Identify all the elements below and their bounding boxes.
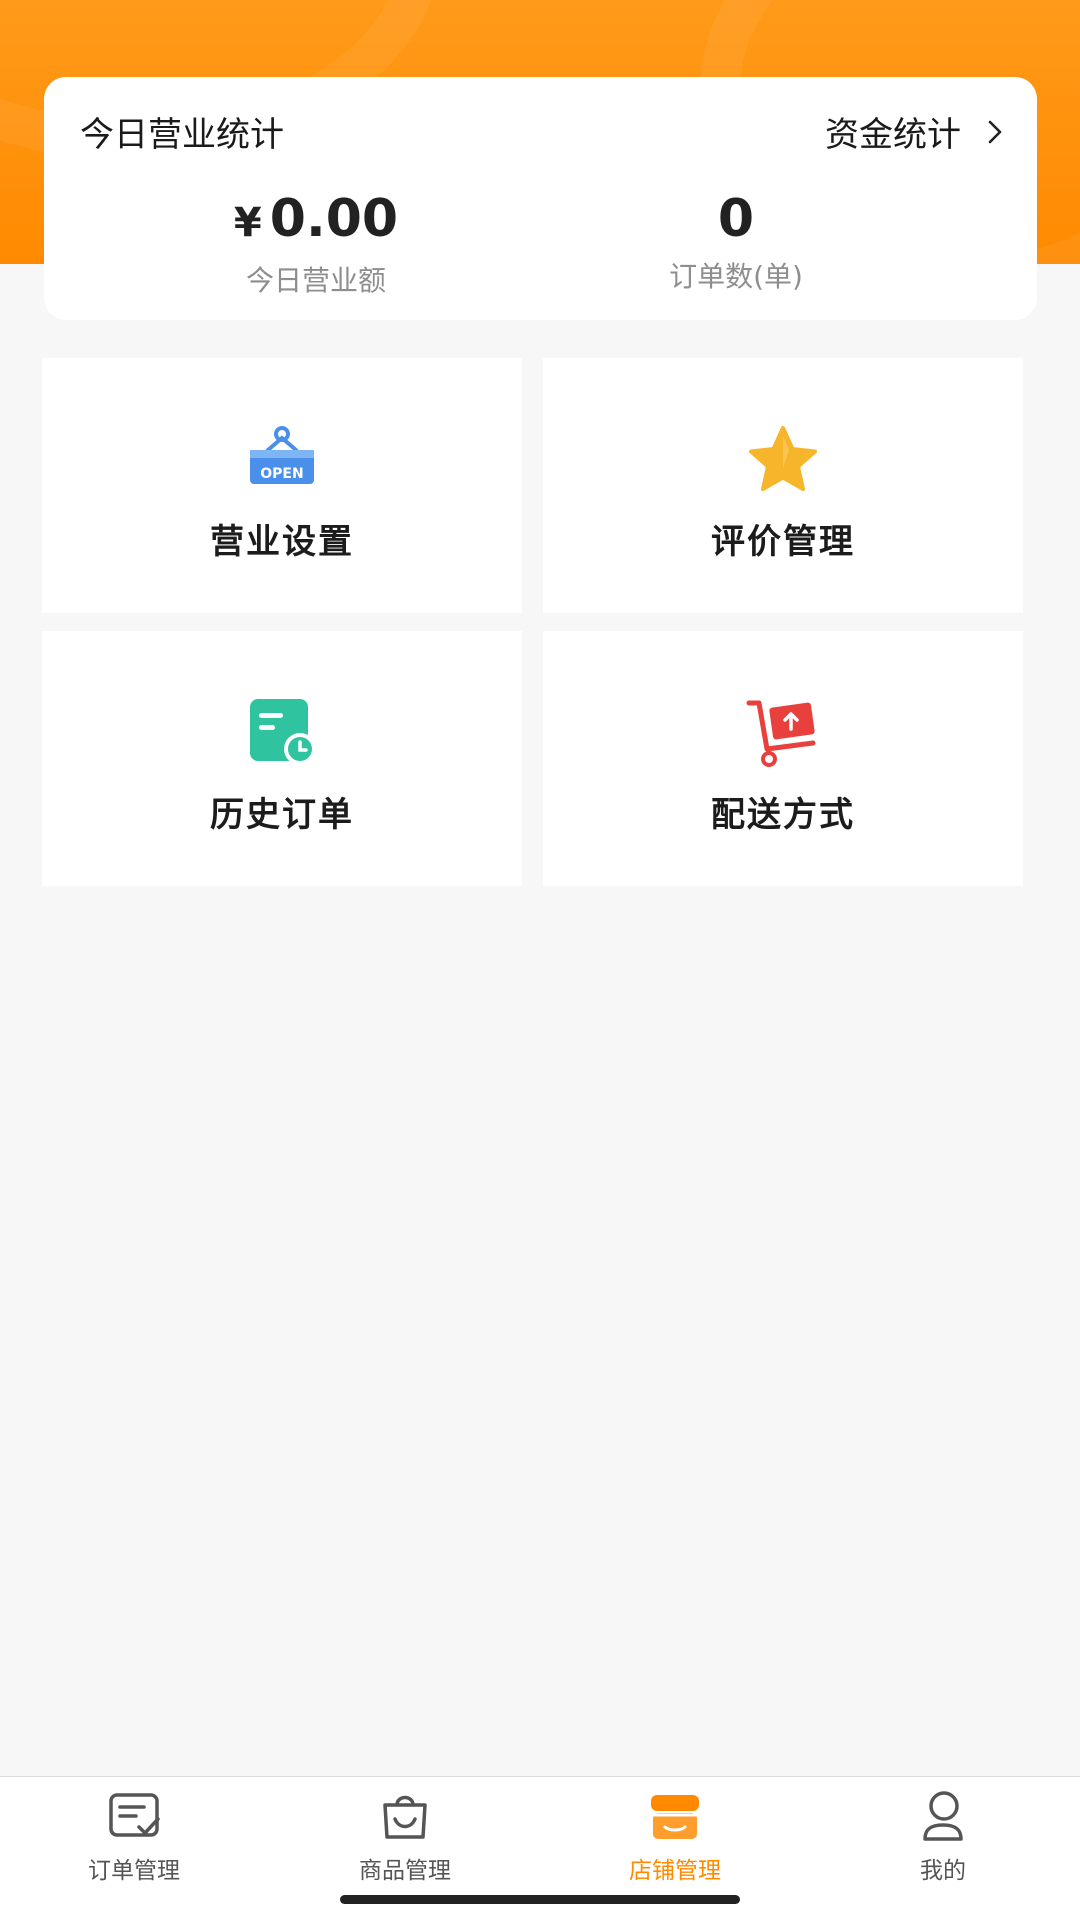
shopping-bag-icon bbox=[377, 1789, 433, 1845]
tile-label-delivery-method: 配送方式 bbox=[711, 795, 855, 835]
tile-label-business-settings: 营业设置 bbox=[210, 522, 354, 562]
shop-management-page: 今日营业统计 资金统计 ¥ 0.00 今日营业额 0 订单数(单) OPEN 营… bbox=[0, 0, 1080, 1920]
today-stats-card: 今日营业统计 资金统计 ¥ 0.00 今日营业额 0 订单数(单) bbox=[44, 77, 1037, 320]
chevron-right-icon bbox=[987, 119, 1003, 145]
order-count-label: 订单数(单) bbox=[669, 260, 803, 293]
store-icon bbox=[647, 1789, 703, 1845]
tab-shop-management[interactable]: 店铺管理 bbox=[585, 1789, 765, 1885]
open-sign-icon: OPEN bbox=[242, 420, 322, 500]
history-order-icon bbox=[242, 693, 322, 773]
tab-label-goods-management: 商品管理 bbox=[359, 1858, 451, 1884]
order-count-stat: 0 订单数(单) bbox=[556, 189, 916, 295]
tab-goods-management[interactable]: 商品管理 bbox=[315, 1789, 495, 1885]
revenue-amount: 0.00 bbox=[269, 189, 399, 249]
tab-label-mine: 我的 bbox=[920, 1858, 966, 1884]
user-icon bbox=[915, 1789, 971, 1845]
stats-title: 今日营业统计 bbox=[80, 115, 284, 155]
tile-label-history-orders: 历史订单 bbox=[210, 795, 354, 835]
currency-symbol: ¥ bbox=[233, 200, 262, 246]
tile-business-settings[interactable]: OPEN 营业设置 bbox=[42, 358, 522, 613]
tile-history-orders[interactable]: 历史订单 bbox=[42, 631, 522, 886]
tab-mine[interactable]: 我的 bbox=[853, 1789, 1033, 1885]
svg-text:OPEN: OPEN bbox=[260, 466, 303, 482]
tile-label-review-management: 评价管理 bbox=[711, 522, 855, 562]
tab-order-management[interactable]: 订单管理 bbox=[44, 1789, 224, 1885]
home-indicator bbox=[340, 1895, 740, 1904]
tab-label-order-management: 订单管理 bbox=[88, 1858, 180, 1884]
star-icon bbox=[743, 420, 823, 500]
order-count-value: 0 bbox=[556, 189, 916, 249]
delivery-cart-icon bbox=[743, 693, 823, 773]
funds-link-label: 资金统计 bbox=[825, 115, 961, 155]
today-revenue-value: ¥ 0.00 bbox=[136, 189, 496, 253]
tile-delivery-method[interactable]: 配送方式 bbox=[543, 631, 1023, 886]
funds-statistics-link[interactable]: 资金统计 bbox=[825, 107, 1003, 156]
tile-review-management[interactable]: 评价管理 bbox=[543, 358, 1023, 613]
today-revenue-label: 今日营业额 bbox=[245, 264, 386, 297]
today-revenue-stat: ¥ 0.00 今日营业额 bbox=[136, 189, 496, 299]
order-count-number: 0 bbox=[717, 189, 755, 249]
tab-label-shop-management: 店铺管理 bbox=[629, 1858, 721, 1884]
order-list-icon bbox=[106, 1789, 162, 1845]
